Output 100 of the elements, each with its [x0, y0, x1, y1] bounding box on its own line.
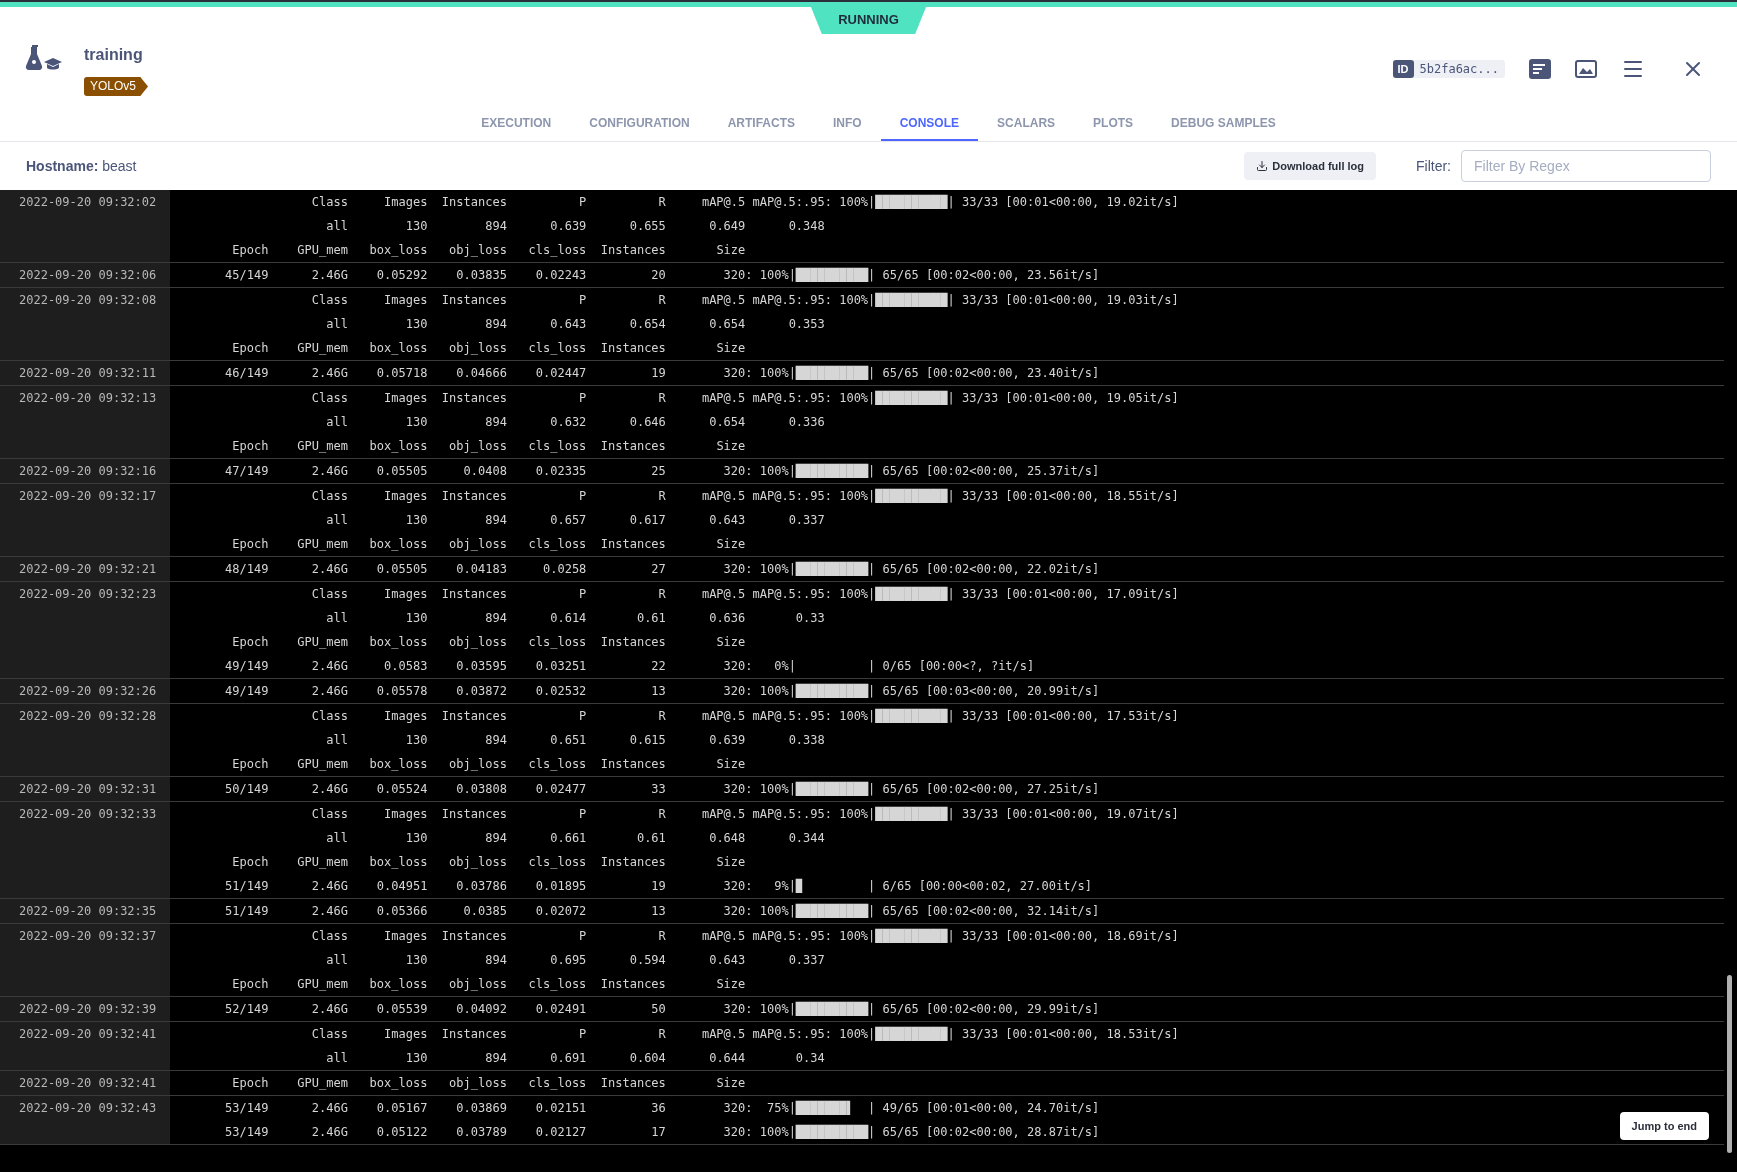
- log-text: 320: [722, 463, 746, 480]
- log-text: mAP@.5: [700, 292, 746, 309]
- log-text: 0.02072: [534, 903, 587, 920]
- log-text: Instances: [440, 390, 507, 407]
- log-text: 130: [404, 610, 428, 627]
- tab[interactable]: CONSOLE: [880, 107, 979, 141]
- log-text: all: [325, 732, 348, 749]
- log-text: 0.01895: [534, 878, 587, 895]
- log-text: 0.05366: [375, 903, 428, 920]
- log-text: 0.337: [787, 512, 825, 529]
- log-text: 0.05718: [375, 365, 428, 382]
- log-text: Instances: [599, 438, 666, 455]
- log-text: 894: [484, 414, 507, 431]
- log-text: 320: [722, 683, 746, 700]
- id-badge[interactable]: ID 5b2fa6ac...: [1392, 60, 1505, 78]
- log-text: P: [578, 194, 587, 211]
- log-text: 0.0258: [542, 561, 587, 578]
- download-button[interactable]: Download full log: [1244, 152, 1376, 180]
- log-text: : 0%| | 0/65 [00:00<?, ?it/s]: [745, 658, 1035, 675]
- log-text: 0.05505: [375, 561, 428, 578]
- experiment-title: training: [84, 45, 144, 65]
- log-text: 0.649: [708, 218, 746, 235]
- tab[interactable]: CONFIGURATION: [570, 107, 709, 141]
- log-text: obj_loss: [448, 854, 507, 871]
- log-text: box_loss: [368, 976, 428, 993]
- log-timestamp: 2022-09-20 09:32:31: [19, 782, 157, 796]
- log-text: 0.651: [549, 732, 587, 749]
- log-text: P: [578, 806, 587, 823]
- log-text: 0.04092: [455, 1001, 507, 1018]
- log-text: Instances: [440, 806, 507, 823]
- log-text: 0.644: [708, 1050, 746, 1067]
- log-text: mAP@.5: [700, 390, 746, 407]
- filter-field[interactable]: Filter By Regex: [1461, 150, 1711, 182]
- log-text: mAP@.5: [700, 194, 746, 211]
- log-text: GPU_mem: [296, 854, 348, 871]
- jump-button[interactable]: Jump to end: [1619, 1112, 1709, 1140]
- log-text: P: [578, 928, 587, 945]
- log-text: P: [578, 1026, 587, 1043]
- log-text: Instances: [599, 242, 666, 259]
- log-text: obj_loss: [448, 536, 507, 553]
- log-text: 894: [484, 610, 507, 627]
- log-text: 320: [722, 903, 746, 920]
- log-text: 0.05524: [375, 781, 428, 798]
- log-text: GPU_mem: [296, 340, 348, 357]
- log-text: 0.03786: [455, 878, 507, 895]
- log-text: 51/149: [224, 903, 269, 920]
- log-text: all: [325, 830, 348, 847]
- log-text: 0.0408: [462, 463, 507, 480]
- tab[interactable]: EXECUTION: [462, 107, 571, 141]
- log-text: cls_loss: [527, 242, 587, 259]
- tab[interactable]: ARTIFACTS: [708, 107, 815, 141]
- log-timestamp: 2022-09-20 09:32:39: [19, 1002, 157, 1016]
- log-text: cls_loss: [527, 340, 587, 357]
- log-text: Epoch: [231, 438, 269, 455]
- log-text: GPU_mem: [296, 242, 348, 259]
- log-text: Epoch: [231, 854, 269, 871]
- log-timestamp: 2022-09-20 09:32:28: [19, 709, 157, 723]
- log-text: mAP@.5:.95: [751, 292, 825, 309]
- log-text: 0.353: [787, 316, 825, 333]
- log-text: 130: [404, 952, 428, 969]
- log-text: : 9%|▉ | 6/65 [00:00<00:02, 27.00it/s]: [745, 877, 1093, 895]
- log-text: 130: [404, 1050, 428, 1067]
- log-text: : 100%|██████████| 65/65 [00:02<00:00, 27.25it/s]: [745, 780, 1100, 798]
- log-text: 0.04666: [455, 365, 507, 382]
- log-text: cls_loss: [527, 976, 587, 993]
- log-text: 45/149: [224, 267, 269, 284]
- log-text: 0.657: [549, 512, 587, 529]
- log-text: 0.03835: [455, 267, 507, 284]
- tag[interactable]: YOLOv5: [84, 77, 149, 96]
- info-panel-icon[interactable]: [1529, 59, 1551, 79]
- log-text: 320: [722, 658, 746, 675]
- log-text: Epoch: [231, 976, 269, 993]
- log-text: Class: [310, 1026, 348, 1043]
- log-timestamp: 2022-09-20 09:32:41: [19, 1027, 157, 1041]
- log-text: box_loss: [368, 634, 428, 651]
- log-text: all: [325, 610, 348, 627]
- log-timestamp: 2022-09-20 09:32:16: [19, 464, 157, 478]
- log-text: obj_loss: [448, 242, 507, 259]
- log-text: 0.338: [787, 732, 825, 749]
- log-text: : 100%|██████████| 65/65 [00:02<00:00, 28.87it/s]: [745, 1123, 1100, 1141]
- tab[interactable]: SCALARS: [978, 107, 1075, 141]
- tab[interactable]: INFO: [814, 107, 881, 141]
- id-label: ID: [1392, 60, 1414, 78]
- log-text: 894: [484, 952, 507, 969]
- tab[interactable]: DEBUG SAMPLES: [1152, 107, 1295, 141]
- log-text: 0.04183: [455, 561, 507, 578]
- log-text: Size: [715, 976, 746, 993]
- log-text: 0.614: [549, 610, 587, 627]
- log-text: 0.03869: [455, 1100, 507, 1117]
- scrollbar[interactable]: [1727, 975, 1732, 1153]
- log-text: : 100%|██████████| 33/33 [00:01<00:00, 19.03it/s]: [824, 291, 1179, 309]
- log-text: GPU_mem: [296, 756, 348, 773]
- log-text: Class: [310, 806, 348, 823]
- log-text: : 100%|██████████| 33/33 [00:01<00:00, 19.02it/s]: [824, 193, 1179, 211]
- log-text: 48/149: [224, 561, 269, 578]
- log-text: Instances: [599, 634, 666, 651]
- tab[interactable]: PLOTS: [1074, 107, 1153, 141]
- log-text: 130: [404, 316, 428, 333]
- log-text: 0.632: [549, 414, 587, 431]
- log-text: Class: [310, 928, 348, 945]
